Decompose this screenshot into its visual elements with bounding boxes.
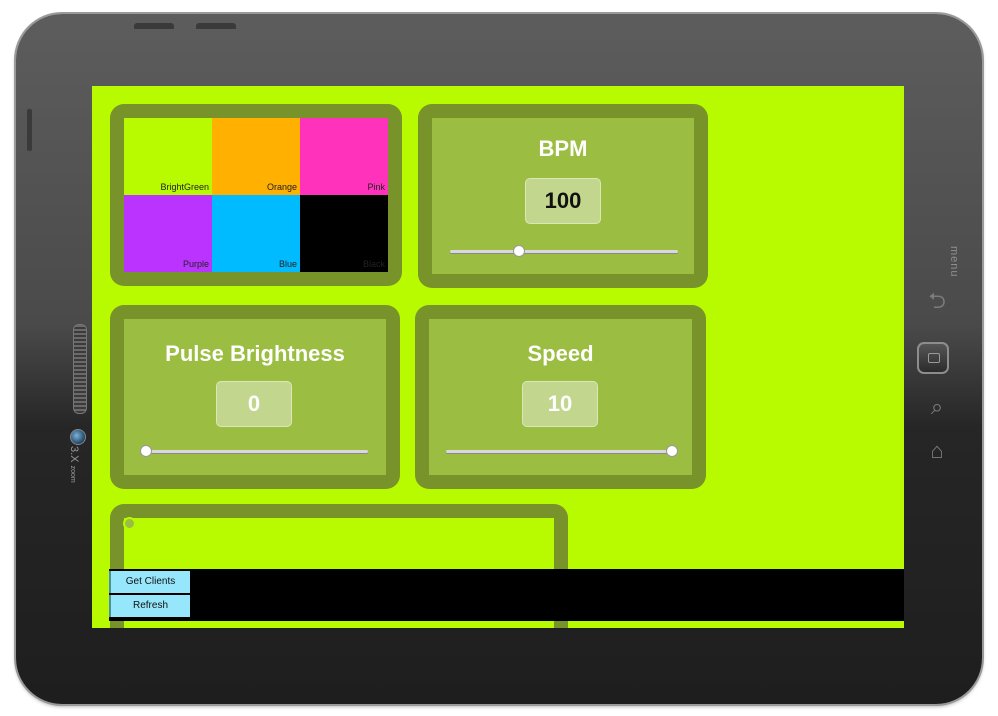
search-icon[interactable]: ⌕ [922, 396, 952, 418]
panel-handle[interactable] [123, 517, 136, 530]
pulse-brightness-title: Pulse Brightness [165, 341, 345, 366]
color-swatch-label: BrightGreen [160, 182, 209, 192]
color-swatch-label: Orange [266, 182, 297, 192]
bpm-panel: BPM 100 [418, 104, 708, 288]
color-swatch-purple[interactable]: Purple [124, 195, 212, 272]
pulse-brightness-panel: Pulse Brightness 0 [110, 305, 400, 489]
pulse-brightness-panel-inner: Pulse Brightness 0 [124, 319, 386, 475]
bpm-slider-thumb[interactable] [513, 245, 526, 257]
volume-button [134, 23, 174, 29]
side-button [27, 109, 32, 151]
speed-title: Speed [527, 341, 594, 366]
bpm-value[interactable]: 100 [525, 178, 601, 224]
color-swatch-brightgreen[interactable]: BrightGreen [124, 118, 212, 195]
speaker-grille [73, 324, 87, 414]
bpm-title: BPM [538, 136, 588, 161]
speed-slider-thumb[interactable] [666, 445, 678, 457]
bpm-slider[interactable] [450, 245, 678, 257]
app-screen: BrightGreen Orange Pink Purple Blue Black BPM… [92, 86, 904, 628]
bottom-toolbar: Get Clients Refresh [109, 569, 904, 621]
zoom-label: 3.X zoom [68, 446, 80, 483]
zoom-label-sub: zoom [69, 465, 76, 483]
color-grid: BrightGreen Orange Pink Purple Blue Black [124, 118, 388, 272]
get-clients-button[interactable]: Get Clients [109, 571, 190, 593]
speed-value[interactable]: 10 [522, 381, 598, 427]
refresh-button[interactable]: Refresh [109, 595, 190, 617]
home-button[interactable] [917, 342, 949, 374]
zoom-label-main: 3.X [68, 446, 80, 463]
pulse-brightness-slider-thumb[interactable] [140, 445, 152, 457]
speed-panel: Speed 10 [415, 305, 706, 489]
power-button [196, 23, 236, 29]
color-swatch-label: Black [362, 259, 385, 269]
speed-panel-inner: Speed 10 [429, 319, 692, 475]
pulse-brightness-slider[interactable] [140, 445, 368, 457]
color-swatch-label: Purple [182, 259, 209, 269]
color-picker-panel: BrightGreen Orange Pink Purple Blue Black [110, 104, 402, 286]
color-swatch-label: Blue [278, 259, 297, 269]
camera-icon [70, 429, 86, 445]
back-icon[interactable]: ⮌ [922, 290, 952, 312]
color-swatch-pink[interactable]: Pink [300, 118, 388, 195]
pulse-brightness-value[interactable]: 0 [216, 381, 292, 427]
menu-label: menu [948, 246, 960, 278]
color-swatch-black[interactable]: Black [300, 195, 388, 272]
color-swatch-label: Pink [367, 182, 385, 192]
home-outline-icon[interactable]: ⌂ [922, 440, 952, 462]
speed-slider[interactable] [446, 445, 678, 457]
color-swatch-orange[interactable]: Orange [212, 118, 300, 195]
color-swatch-blue[interactable]: Blue [212, 195, 300, 272]
bpm-panel-inner: BPM 100 [432, 118, 694, 274]
